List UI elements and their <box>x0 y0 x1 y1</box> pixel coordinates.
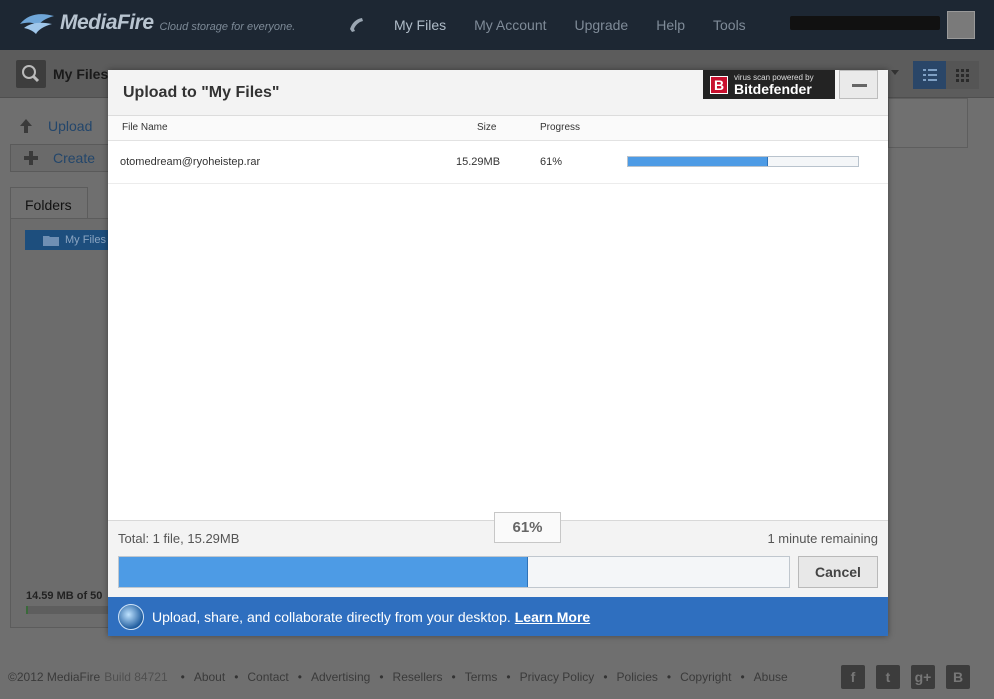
minimize-icon <box>852 84 867 87</box>
mediafire-logo[interactable]: MediaFire Cloud storage for everyone. <box>18 10 295 36</box>
promo-text: Upload, share, and collaborate directly … <box>152 608 511 625</box>
nav-upgrade[interactable]: Upgrade <box>561 0 643 50</box>
total-summary: Total: 1 file, 15.29MB <box>118 531 240 546</box>
plus-icon <box>24 151 38 165</box>
create-label: Create <box>53 150 96 166</box>
footer-link-advertising[interactable]: Advertising <box>311 670 370 684</box>
facebook-icon[interactable]: f <box>841 665 865 689</box>
footer-link-terms[interactable]: Terms <box>465 670 498 684</box>
twitter-icon[interactable]: t <box>876 665 900 689</box>
file-table-header: File Name Size Progress <box>108 116 888 141</box>
file-progress-fill <box>628 157 769 166</box>
dialog-title: Upload to "My Files" <box>123 84 280 101</box>
social-links: f t g+ B <box>841 665 970 689</box>
column-progress: Progress <box>540 122 581 133</box>
right-info-box <box>888 98 968 148</box>
overall-percent: 61% <box>494 512 561 543</box>
search-icon <box>22 65 40 83</box>
tab-folders[interactable]: Folders <box>10 187 88 219</box>
bitdefender-badge[interactable]: B virus scan powered by Bitdefender <box>703 70 835 99</box>
nav-my-account[interactable]: My Account <box>460 0 560 50</box>
time-remaining: 1 minute remaining <box>767 531 878 546</box>
phone-icon[interactable] <box>346 15 366 35</box>
column-size: Size <box>477 122 497 133</box>
page-title: My Files <box>53 66 109 82</box>
footer-link-copyright[interactable]: Copyright <box>680 670 731 684</box>
overall-progress-bar <box>118 556 790 588</box>
grid-view-button[interactable] <box>946 61 979 89</box>
bitdefender-logo-icon: B <box>710 75 728 94</box>
upload-button[interactable]: Upload <box>18 118 92 134</box>
table-row: otomedream@ryoheistep.rar 15.29MB 61% <box>108 142 888 184</box>
google-plus-icon[interactable]: g+ <box>911 665 935 689</box>
copyright-text: ©2012 MediaFire <box>8 670 101 684</box>
file-progress-bar <box>627 156 859 167</box>
main-nav: My Files My Account Upgrade Help Tools <box>380 0 760 50</box>
badge-brand: Bitdefender <box>734 80 812 97</box>
footer-link-policies[interactable]: Policies <box>617 670 658 684</box>
list-view-button[interactable] <box>913 61 946 89</box>
cancel-button[interactable]: Cancel <box>798 556 878 588</box>
storage-usage-text: 14.59 MB of 50 <box>26 590 103 602</box>
file-progress-cell: 61% <box>540 156 563 168</box>
file-size-cell: 15.29MB <box>456 156 501 168</box>
grid-view-icon <box>956 69 969 82</box>
footer-link-privacy-policy[interactable]: Privacy Policy <box>520 670 595 684</box>
footer-link-abuse[interactable]: Abuse <box>754 670 788 684</box>
folders-panel <box>10 218 110 628</box>
footer-link-resellers[interactable]: Resellers <box>393 670 443 684</box>
minimize-button[interactable] <box>839 70 878 99</box>
build-number: Build 84721 <box>104 670 168 684</box>
storage-usage-bar <box>26 606 110 614</box>
footer-link-about[interactable]: About <box>194 670 225 684</box>
mediafire-desktop-icon <box>118 603 144 630</box>
blog-icon[interactable]: B <box>946 665 970 689</box>
footer-link-contact[interactable]: Contact <box>247 670 288 684</box>
logo-tagline: Cloud storage for everyone. <box>159 21 296 33</box>
folder-label: My Files <box>65 234 106 246</box>
dialog-footer: Total: 1 file, 15.29MB 61% 1 minute rema… <box>108 512 888 597</box>
search-button[interactable] <box>16 60 46 88</box>
nav-help[interactable]: Help <box>642 0 699 50</box>
chevron-down-icon[interactable] <box>891 70 899 75</box>
logo-text: MediaFire <box>60 11 154 34</box>
flame-logo-icon <box>18 10 58 36</box>
nav-my-files[interactable]: My Files <box>380 0 460 50</box>
overall-progress-fill <box>119 557 528 587</box>
footer: ©2012 MediaFire Build 84721 • About • Co… <box>8 670 788 684</box>
user-avatar-icon[interactable] <box>947 11 975 39</box>
folder-icon <box>43 236 59 246</box>
create-button[interactable]: Create <box>10 144 110 172</box>
list-view-icon <box>923 69 937 81</box>
top-navigation-bar: MediaFire Cloud storage for everyone. My… <box>0 0 994 50</box>
file-name-cell: otomedream@ryoheistep.rar <box>120 156 261 168</box>
folder-item-my-files[interactable]: My Files <box>25 230 111 250</box>
learn-more-link[interactable]: Learn More <box>515 609 590 625</box>
upload-dialog: Upload to "My Files" B virus scan powere… <box>108 70 888 636</box>
dialog-header: Upload to "My Files" B virus scan powere… <box>108 70 888 116</box>
desktop-app-promo: Upload, share, and collaborate directly … <box>108 597 888 636</box>
nav-tools[interactable]: Tools <box>699 0 760 50</box>
column-file-name: File Name <box>122 122 168 133</box>
upload-arrow-icon <box>20 119 32 133</box>
redacted-user-email[interactable] <box>790 16 940 30</box>
upload-label: Upload <box>48 118 93 134</box>
